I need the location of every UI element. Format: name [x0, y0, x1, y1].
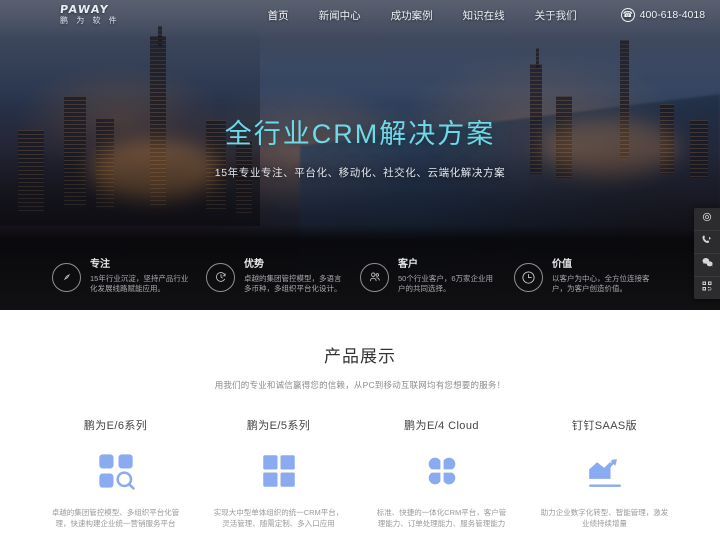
- product-desc: 卓越的集团管控模型、多组织平台化管理，快速构建企业统一营销服务平台: [51, 508, 180, 528]
- hero-subtitle: 15年专业专注、平台化、移动化、社交化、云端化解决方案: [214, 167, 506, 179]
- product-card-e6[interactable]: 鹏为E/6系列 卓越的集团管控模型、多组织平台化管理，快速构建企业统一营销服务平…: [34, 417, 197, 529]
- main-navigation: 首页 新闻中心 成功案例 知识在线 关于我们: [268, 8, 577, 23]
- feature-item-focus: 专注 15年行业沉淀，坚持产品行业化发展线路赋能应用。: [52, 259, 206, 294]
- page-root: PAWAY 鹏 为 软 件 首页 新闻中心 成功案例 知识在线 关于我们 ☎ 4…: [0, 0, 720, 540]
- site-logo[interactable]: PAWAY 鹏 为 软 件: [59, 0, 120, 30]
- product-card-e4cloud[interactable]: 鹏为E/4 Cloud 标准、快捷的一体化CRM平台，客户管理能力、订单处理能力…: [360, 417, 523, 529]
- hero-title: 全行业CRM解决方案: [224, 119, 496, 149]
- phone-icon: ☎: [620, 8, 635, 22]
- qrcode-icon: [701, 279, 713, 297]
- product-desc: 助力企业数字化转型、智能管理，激发业绩持续增量: [540, 508, 669, 528]
- feature-title: 客户: [398, 258, 418, 270]
- product-title: 鹏为E/4 Cloud: [404, 420, 479, 432]
- feature-title: 专注: [90, 258, 110, 270]
- site-header: PAWAY 鹏 为 软 件 首页 新闻中心 成功案例 知识在线 关于我们 ☎ 4…: [0, 0, 720, 30]
- feature-desc: 卓越的集团管控模型，多语言多币种，多组织平台化设计。: [244, 273, 342, 293]
- grid-four-icon: [207, 447, 350, 495]
- hero-banner: PAWAY 鹏 为 软 件 首页 新闻中心 成功案例 知识在线 关于我们 ☎ 4…: [0, 0, 720, 310]
- nav-item-about[interactable]: 关于我们: [535, 8, 577, 23]
- product-title: 鹏为E/5系列: [246, 420, 311, 432]
- customer-service-icon: [701, 210, 713, 228]
- product-desc: 实现大中型单体组织的统一CRM平台，灵活管理、随需定制、多入口应用: [213, 508, 344, 528]
- wechat-icon: [701, 256, 714, 274]
- hero-copy: 全行业CRM解决方案 15年专业专注、平台化、移动化、社交化、云端化解决方案: [0, 112, 720, 180]
- grid-search-icon: [44, 447, 187, 495]
- feature-desc: 50个行业客户，6万家企业用户的共同选择。: [398, 273, 494, 293]
- product-card-list: 鹏为E/6系列 卓越的集团管控模型、多组织平台化管理，快速构建企业统一营销服务平…: [0, 417, 720, 529]
- phone-number: 400-618-4018: [639, 9, 706, 21]
- clock-arrow-icon: [206, 262, 235, 292]
- product-card-e5[interactable]: 鹏为E/5系列 实现大中型单体组织的统一CRM平台，灵活管理、随需定制、多入口应…: [197, 417, 360, 529]
- phone-callback-button[interactable]: [694, 231, 720, 254]
- product-desc: 标准、快捷的一体化CRM平台，客户管理能力、订单处理能力、服务管理能力: [376, 508, 507, 528]
- nav-item-home[interactable]: 首页: [268, 8, 289, 23]
- feature-desc: 15年行业沉淀，坚持产品行业化发展线路赋能应用。: [90, 273, 189, 293]
- nav-item-cases[interactable]: 成功案例: [391, 8, 433, 23]
- section-subtitle: 用我们的专业和诚信赢得您的信赖，从PC到移动互联网均有您想要的服务！: [214, 380, 506, 390]
- product-title: 钉钉SAAS版: [571, 420, 638, 432]
- wechat-button[interactable]: [694, 254, 720, 277]
- clover-icon: [370, 447, 513, 495]
- phone-callback-icon: [701, 233, 713, 251]
- feature-item-value: 价值 以客户为中心，全方位连接客户，为客户创造价值。: [514, 259, 668, 294]
- users-icon: [360, 262, 389, 292]
- online-service-button[interactable]: [694, 208, 720, 231]
- header-phone[interactable]: ☎ 400-618-4018: [620, 8, 706, 22]
- floating-side-widget: [694, 208, 720, 299]
- compass-icon: [52, 262, 81, 292]
- feature-item-customers: 客户 50个行业客户，6万家企业用户的共同选择。: [360, 259, 514, 294]
- clock-icon: [514, 262, 543, 292]
- product-title: 鹏为E/6系列: [83, 420, 148, 432]
- section-title: 产品展示: [324, 347, 396, 366]
- product-card-dingtalk-saas[interactable]: 钉钉SAAS版 助力企业数字化转型、智能管理，激发业绩持续增量: [523, 417, 686, 529]
- products-section: 产品展示 用我们的专业和诚信赢得您的信赖，从PC到移动互联网均有您想要的服务！ …: [0, 310, 720, 540]
- nav-item-knowledge[interactable]: 知识在线: [463, 8, 505, 23]
- feature-title: 价值: [552, 258, 572, 270]
- logo-wordmark: PAWAY: [59, 3, 110, 16]
- feature-item-advantage: 优势 卓越的集团管控模型，多语言多币种，多组织平台化设计。: [206, 259, 360, 294]
- products-header: 产品展示 用我们的专业和诚信赢得您的信赖，从PC到移动互联网均有您想要的服务！: [0, 310, 720, 391]
- feature-title: 优势: [244, 258, 264, 270]
- qrcode-button[interactable]: [694, 277, 720, 299]
- chart-growth-icon: [533, 447, 676, 495]
- logo-subtext: 鹏 为 软 件: [60, 16, 120, 25]
- feature-desc: 以客户为中心，全方位连接客户，为客户创造价值。: [552, 273, 650, 293]
- nav-item-news[interactable]: 新闻中心: [319, 8, 361, 23]
- feature-strip: 专注 15年行业沉淀，坚持产品行业化发展线路赋能应用。 优势 卓越的集团管控模型…: [0, 242, 720, 310]
